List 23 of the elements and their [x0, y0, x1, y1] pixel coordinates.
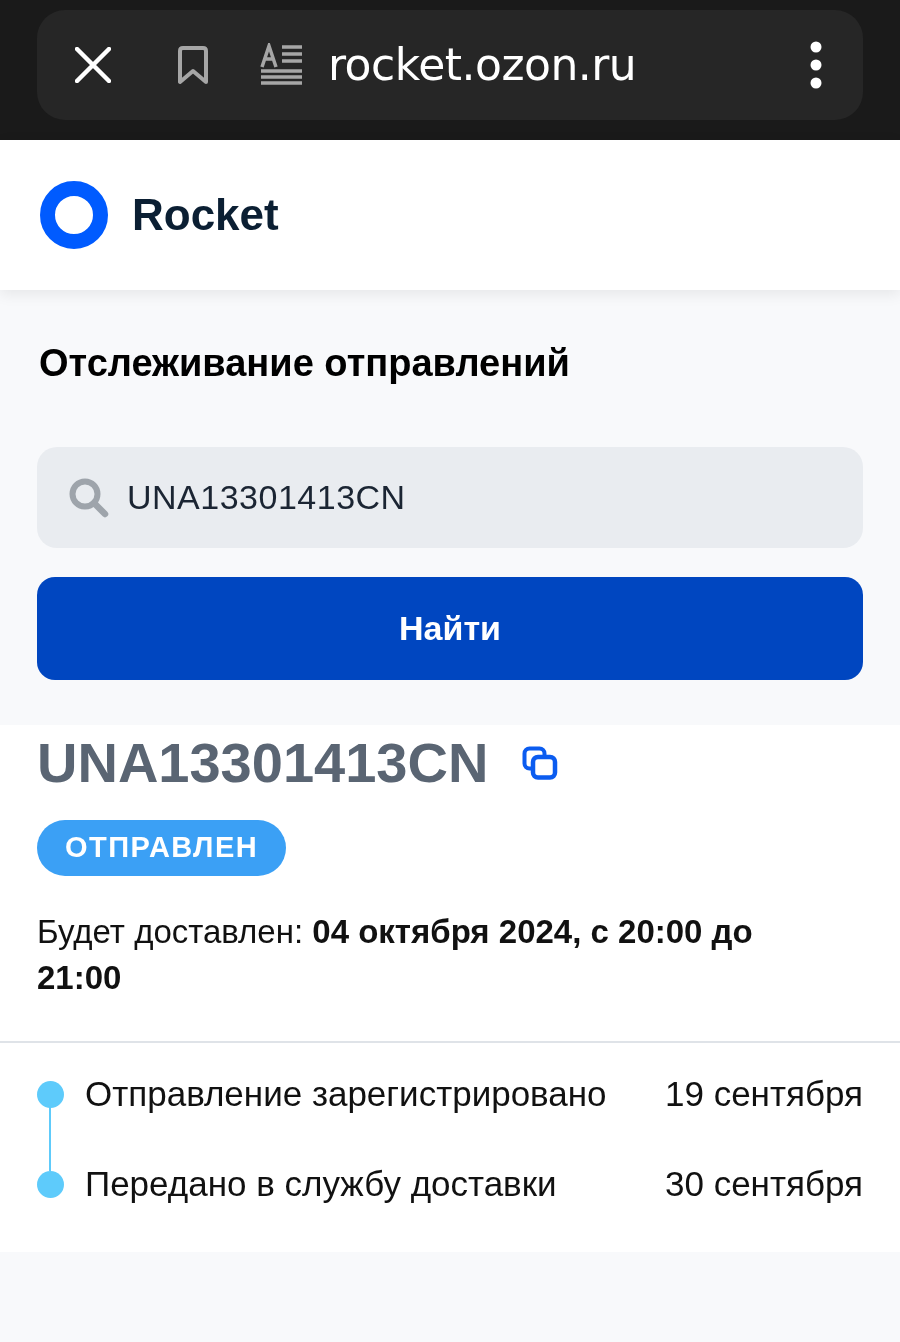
- search-icon: [68, 476, 110, 519]
- search-input-value: UNA13301413CN: [127, 477, 406, 518]
- status-badge: ОТПРАВЛЕН: [37, 820, 287, 876]
- event-label: Отправление зарегистрировано: [85, 1072, 608, 1115]
- timeline-dot-icon: [37, 1080, 64, 1108]
- event-date: 30 сентября: [665, 1162, 863, 1205]
- delivery-estimate: Будет доставлен: 04 октября 2024, с 20:00 до 21:00: [37, 912, 754, 998]
- page-title: Отслеживание отправлений: [39, 341, 571, 386]
- url-text[interactable]: rocket.ozon.ru: [328, 43, 637, 87]
- close-icon[interactable]: [75, 47, 111, 83]
- reader-mode-icon[interactable]: [260, 43, 304, 87]
- event-label: Передано в службу доставки: [85, 1162, 558, 1205]
- ring-logo-icon[interactable]: [40, 181, 108, 249]
- search-field[interactable]: UNA13301413CN: [37, 447, 863, 548]
- more-options-icon[interactable]: [809, 41, 823, 89]
- bookmark-icon[interactable]: [176, 45, 210, 85]
- event-date: 19 сентября: [665, 1072, 863, 1115]
- copy-icon[interactable]: [522, 746, 559, 780]
- timeline-dot-icon: [37, 1170, 64, 1198]
- timeline-connector: [49, 1107, 51, 1171]
- brand-name[interactable]: Rocket: [132, 193, 279, 237]
- find-button[interactable]: Найти: [37, 577, 863, 680]
- tracking-number: UNA13301413CN: [37, 733, 489, 793]
